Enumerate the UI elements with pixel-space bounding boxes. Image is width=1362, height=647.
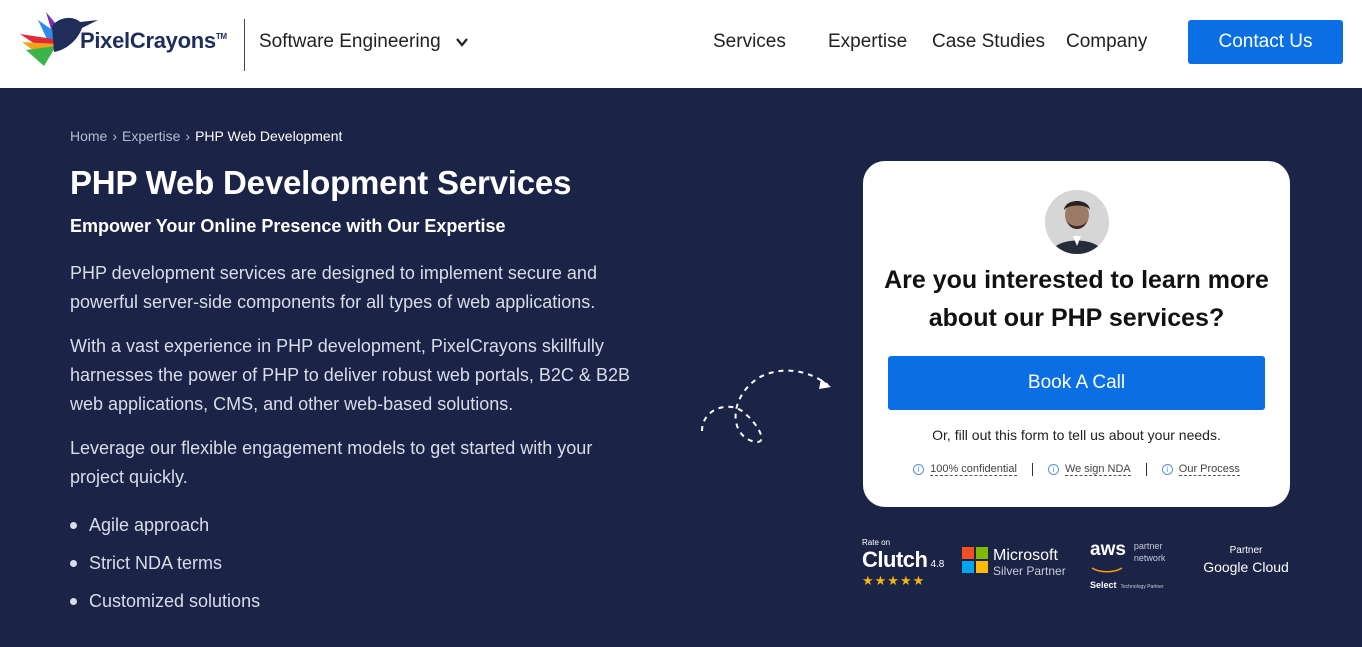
aws-partner[interactable]: aws partner network Select Technology Pa… — [1090, 540, 1182, 596]
bullet-icon — [70, 597, 77, 605]
header-divider — [244, 19, 245, 71]
dashed-arrow-icon — [701, 369, 831, 443]
book-a-call-button[interactable]: Book A Call — [888, 356, 1265, 410]
info-icon: i — [1047, 464, 1059, 475]
experience-paragraph: With a vast experience in PHP developmen… — [70, 336, 630, 414]
breadcrumb-expertise[interactable]: Expertise — [122, 128, 180, 144]
engagement-paragraph: Leverage our flexible engagement models … — [70, 438, 593, 487]
nav-case-studies[interactable]: Case Studies — [932, 31, 1045, 53]
rating-stars-icon: ★★★★★ — [862, 573, 926, 588]
badge-process[interactable]: i Our Process — [1147, 463, 1255, 476]
badge-confidential[interactable]: i 100% confidential — [898, 463, 1032, 476]
site-header: PixelCrayonsTM Software Engineering Serv… — [0, 0, 1362, 88]
division-dropdown[interactable]: Software Engineering — [259, 31, 469, 53]
card-question: Are you interested to learn more about o… — [884, 266, 1269, 332]
person-icon — [1045, 190, 1109, 254]
breadcrumb: Home › Expertise › PHP Web Development — [70, 128, 342, 144]
intro-paragraph: PHP development services are designed to… — [70, 263, 597, 312]
microsoft-partner[interactable]: Microsoft Silver Partner — [962, 547, 1074, 603]
clutch-rating[interactable]: Rate on Clutch 4.8 ★★★★★ — [862, 537, 946, 593]
clutch-score: 4.8 — [930, 559, 945, 570]
info-icon: i — [1161, 464, 1173, 475]
breadcrumb-current: PHP Web Development — [195, 128, 343, 144]
breadcrumb-home[interactable]: Home — [70, 128, 107, 144]
feature-list: Agile approach Strict NDA terms Customiz… — [70, 506, 260, 620]
list-item: Strict NDA terms — [70, 544, 260, 582]
division-label: Software Engineering — [259, 31, 441, 52]
trust-badges: i 100% confidential i We sign NDA i Our Pro… — [863, 463, 1290, 476]
consultant-avatar — [1045, 190, 1109, 254]
consultation-card: Are you interested to learn more about o… — [863, 161, 1290, 507]
nav-services[interactable]: Services — [713, 31, 786, 53]
google-cloud-logo: Google Cloud — [1203, 559, 1289, 575]
badge-nda[interactable]: i We sign NDA — [1033, 463, 1146, 476]
aws-smile-icon — [1091, 567, 1123, 573]
bullet-icon — [70, 521, 77, 529]
bullet-icon — [70, 559, 77, 567]
info-icon: i — [913, 464, 925, 475]
list-item: Customized solutions — [70, 582, 260, 620]
list-item: Agile approach — [70, 506, 260, 544]
breadcrumb-separator-icon: › — [185, 128, 191, 144]
page-title: PHP Web Development Services — [70, 164, 572, 201]
chevron-down-icon — [455, 38, 468, 47]
brand-name[interactable]: PixelCrayonsTM — [80, 28, 227, 54]
form-prompt: Or, fill out this form to tell us about … — [932, 427, 1221, 443]
page-subtitle: Empower Your Online Presence with Our Ex… — [70, 216, 506, 236]
nav-expertise[interactable]: Expertise — [828, 31, 907, 53]
aws-logo-icon: aws — [1090, 539, 1126, 560]
contact-us-button[interactable]: Contact Us — [1188, 20, 1343, 64]
clutch-logo: Clutch — [862, 547, 928, 572]
nav-company[interactable]: Company — [1066, 31, 1147, 53]
breadcrumb-separator-icon: › — [112, 128, 118, 144]
google-cloud-partner[interactable]: Partner Google Cloud — [1198, 545, 1294, 601]
microsoft-logo-icon — [962, 547, 988, 573]
